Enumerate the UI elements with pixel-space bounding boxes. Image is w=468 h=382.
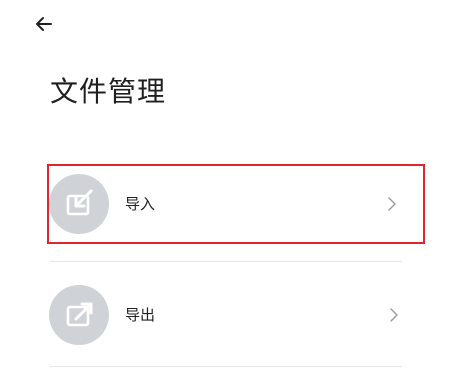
chevron-right-icon — [387, 305, 401, 325]
divider — [50, 261, 402, 262]
import-label: 导入 — [125, 195, 156, 213]
import-menu-item[interactable]: 导入 — [47, 164, 425, 244]
page-title: 文件管理 — [50, 75, 167, 108]
back-button[interactable] — [30, 10, 58, 38]
arrow-left-icon — [36, 17, 52, 31]
chevron-right-icon — [385, 194, 399, 214]
export-menu-item[interactable]: 导出 — [47, 275, 425, 355]
export-icon — [49, 285, 109, 345]
import-icon — [49, 174, 109, 234]
divider — [50, 366, 402, 367]
export-label: 导出 — [125, 306, 156, 324]
